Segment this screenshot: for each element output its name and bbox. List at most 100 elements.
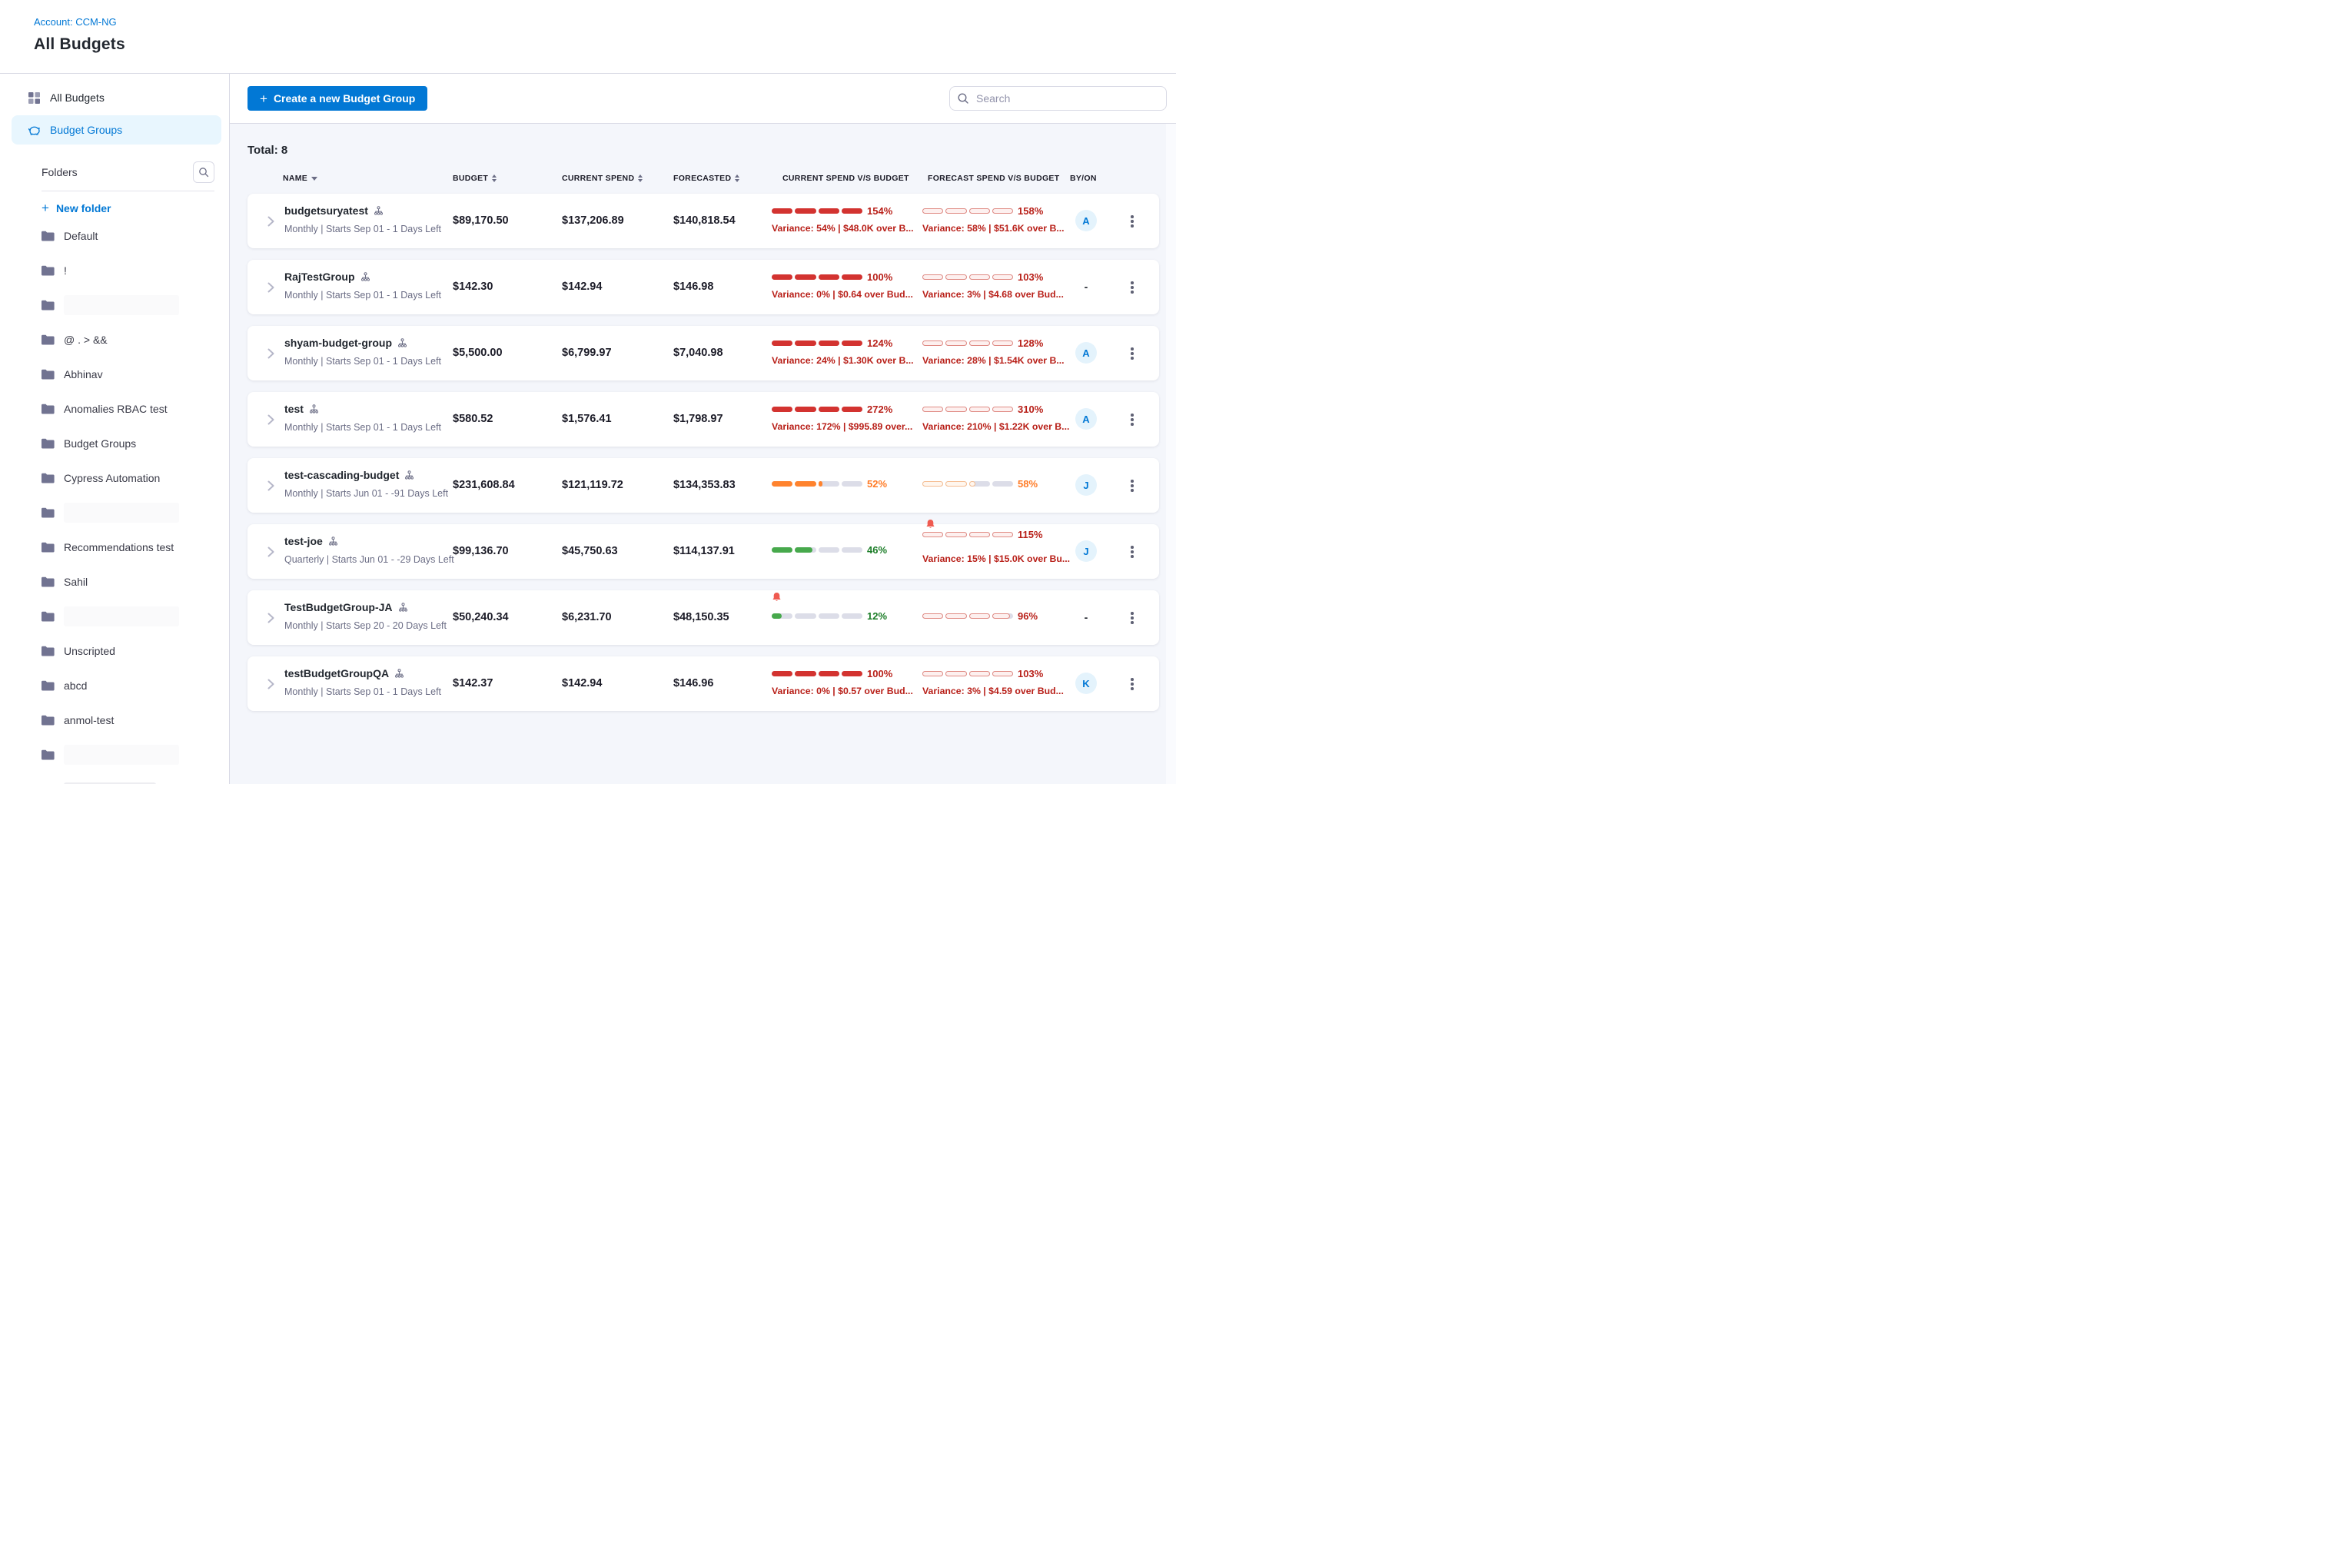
row-expand-chevron[interactable] xyxy=(267,546,274,561)
row-options-menu-button[interactable] xyxy=(1126,675,1138,693)
sidebar-item-budget-groups[interactable]: Budget Groups xyxy=(12,115,221,145)
folder-item[interactable]: abcd xyxy=(42,675,220,696)
folder-item[interactable]: anmol-test xyxy=(42,709,220,731)
folder-item[interactable]: ! xyxy=(42,260,220,281)
row-options-menu-button[interactable] xyxy=(1126,212,1138,231)
column-header-forecast-vs-budget: FORECAST SPEND V/S BUDGET xyxy=(928,174,1059,183)
budget-group-name[interactable]: budgetsuryatest xyxy=(284,204,384,217)
budget-period: Monthly | Starts Sep 01 - 1 Days Left xyxy=(284,224,441,234)
bar-segment-fill xyxy=(795,481,816,487)
folder-item[interactable]: Anomalies RBAC test xyxy=(42,398,220,420)
folder-item[interactable] xyxy=(42,744,220,766)
folder-item[interactable]: Budget Groups xyxy=(42,433,220,454)
percent-label: 96% xyxy=(1018,610,1038,622)
forecasted-value: $48,150.35 xyxy=(673,611,729,623)
bar-segment xyxy=(945,274,966,280)
folder-icon xyxy=(42,231,55,241)
folder-item[interactable] xyxy=(42,502,220,523)
column-header-current-spend[interactable]: CURRENT SPEND xyxy=(562,174,643,183)
sidebar-item-all-budgets[interactable]: All Budgets xyxy=(12,83,221,112)
bar-segment xyxy=(945,341,966,346)
percent-label: 46% xyxy=(867,544,887,556)
spend-vs-budget-bar xyxy=(922,481,1013,487)
row-expand-chevron[interactable] xyxy=(267,414,274,429)
folder-name: ! xyxy=(64,264,67,277)
new-folder-button[interactable]: + New folder xyxy=(42,201,229,214)
budget-group-name[interactable]: test xyxy=(284,403,319,415)
row-expand-chevron[interactable] xyxy=(267,216,274,231)
current-vs-budget-cell: 154%Variance: 54% | $48.0K over B... xyxy=(772,194,919,248)
folder-item[interactable]: @ . > && xyxy=(42,329,220,350)
bar-segment xyxy=(772,547,792,553)
bar-segment xyxy=(922,481,943,487)
bar-line: 96% xyxy=(922,610,1038,622)
variance-text: Variance: 28% | $1.54K over B... xyxy=(922,355,1065,366)
row-options-menu-button[interactable] xyxy=(1126,543,1138,561)
bar-segment xyxy=(945,407,966,412)
create-budget-group-button[interactable]: + Create a new Budget Group xyxy=(247,86,427,111)
folder-item[interactable] xyxy=(42,779,220,784)
forecast-vs-budget-cell: 310%Variance: 210% | $1.22K over B... xyxy=(922,392,1070,447)
bar-line: 58% xyxy=(922,478,1038,490)
row-options-menu-button[interactable] xyxy=(1126,609,1138,627)
alert-bell-icon xyxy=(925,519,935,530)
bar-segment xyxy=(945,613,966,619)
bar-segment xyxy=(922,208,943,214)
row-expand-chevron[interactable] xyxy=(267,613,274,627)
spend-vs-budget-bar xyxy=(772,341,862,346)
column-header-name[interactable]: NAME xyxy=(283,174,317,183)
bar-segment-fill xyxy=(969,341,990,346)
folder-item[interactable]: Default xyxy=(42,225,220,247)
alert-bell xyxy=(925,519,935,530)
folder-item[interactable] xyxy=(42,294,220,316)
folder-item[interactable] xyxy=(42,606,220,627)
budget-group-name[interactable]: test-cascading-budget xyxy=(284,469,414,481)
budget-group-name[interactable]: TestBudgetGroup-JA xyxy=(284,601,408,613)
row-expand-chevron[interactable] xyxy=(267,348,274,363)
bar-segment-fill xyxy=(795,208,816,214)
folder-item[interactable]: Unscripted xyxy=(42,640,220,662)
folder-list: Default! @ . > && Abhinav Anomalies RBAC te… xyxy=(0,225,229,784)
row-options-menu-button[interactable] xyxy=(1126,344,1138,363)
forecast-vs-budget-cell: 115%Variance: 15% | $15.0K over Bu... xyxy=(922,524,1070,579)
folder-icon xyxy=(42,404,55,414)
folder-item[interactable]: Abhinav xyxy=(42,364,220,385)
folder-search-button[interactable] xyxy=(193,161,214,183)
current-spend-value: $142.94 xyxy=(562,677,602,689)
bar-segment-fill xyxy=(922,481,943,487)
row-expand-chevron[interactable] xyxy=(267,282,274,297)
budget-period: Quarterly | Starts Jun 01 - -29 Days Lef… xyxy=(284,554,454,565)
table-row: testBudgetGroupQAMonthly | Starts Sep 01… xyxy=(247,656,1159,711)
bar-segment xyxy=(795,208,816,214)
table-row: TestBudgetGroup-JAMonthly | Starts Sep 2… xyxy=(247,590,1159,645)
folder-item[interactable]: Cypress Automation xyxy=(42,467,220,489)
folder-name: Budget Groups xyxy=(64,437,136,450)
budget-group-name[interactable]: test-joe xyxy=(284,535,338,547)
row-expand-chevron[interactable] xyxy=(267,679,274,693)
bar-segment-fill xyxy=(819,481,822,487)
bar-segment-fill xyxy=(795,547,812,553)
folder-item[interactable]: Recommendations test xyxy=(42,537,220,558)
row-expand-chevron[interactable] xyxy=(267,480,274,495)
column-header-forecasted[interactable]: FORECASTED xyxy=(673,174,739,183)
budget-group-name[interactable]: RajTestGroup xyxy=(284,271,370,283)
toolbar: + Create a new Budget Group xyxy=(230,74,1176,124)
folders-header: Folders xyxy=(42,161,214,183)
row-options-menu-button[interactable] xyxy=(1126,410,1138,429)
folder-item[interactable]: Sahil xyxy=(42,571,220,593)
table-header: NAME BUDGET CURRENT SPEND FORECASTED xyxy=(230,163,1176,194)
percent-label: 128% xyxy=(1018,337,1043,349)
bar-segment-fill xyxy=(945,208,966,214)
row-options-menu-button[interactable] xyxy=(1126,477,1138,495)
column-header-budget[interactable]: BUDGET xyxy=(453,174,497,183)
breadcrumb-account-link[interactable]: Account: CCM-NG xyxy=(34,16,117,28)
budget-group-name[interactable]: shyam-budget-group xyxy=(284,337,407,349)
variance-text: Variance: 210% | $1.22K over B... xyxy=(922,421,1069,432)
row-options-menu-button[interactable] xyxy=(1126,278,1138,297)
budget-group-name[interactable]: testBudgetGroupQA xyxy=(284,667,404,679)
bar-segment xyxy=(992,208,1013,214)
bar-segment-fill xyxy=(945,407,966,412)
bar-segment xyxy=(842,274,862,280)
budget-value: $142.30 xyxy=(453,281,493,293)
search-input[interactable] xyxy=(949,86,1167,111)
